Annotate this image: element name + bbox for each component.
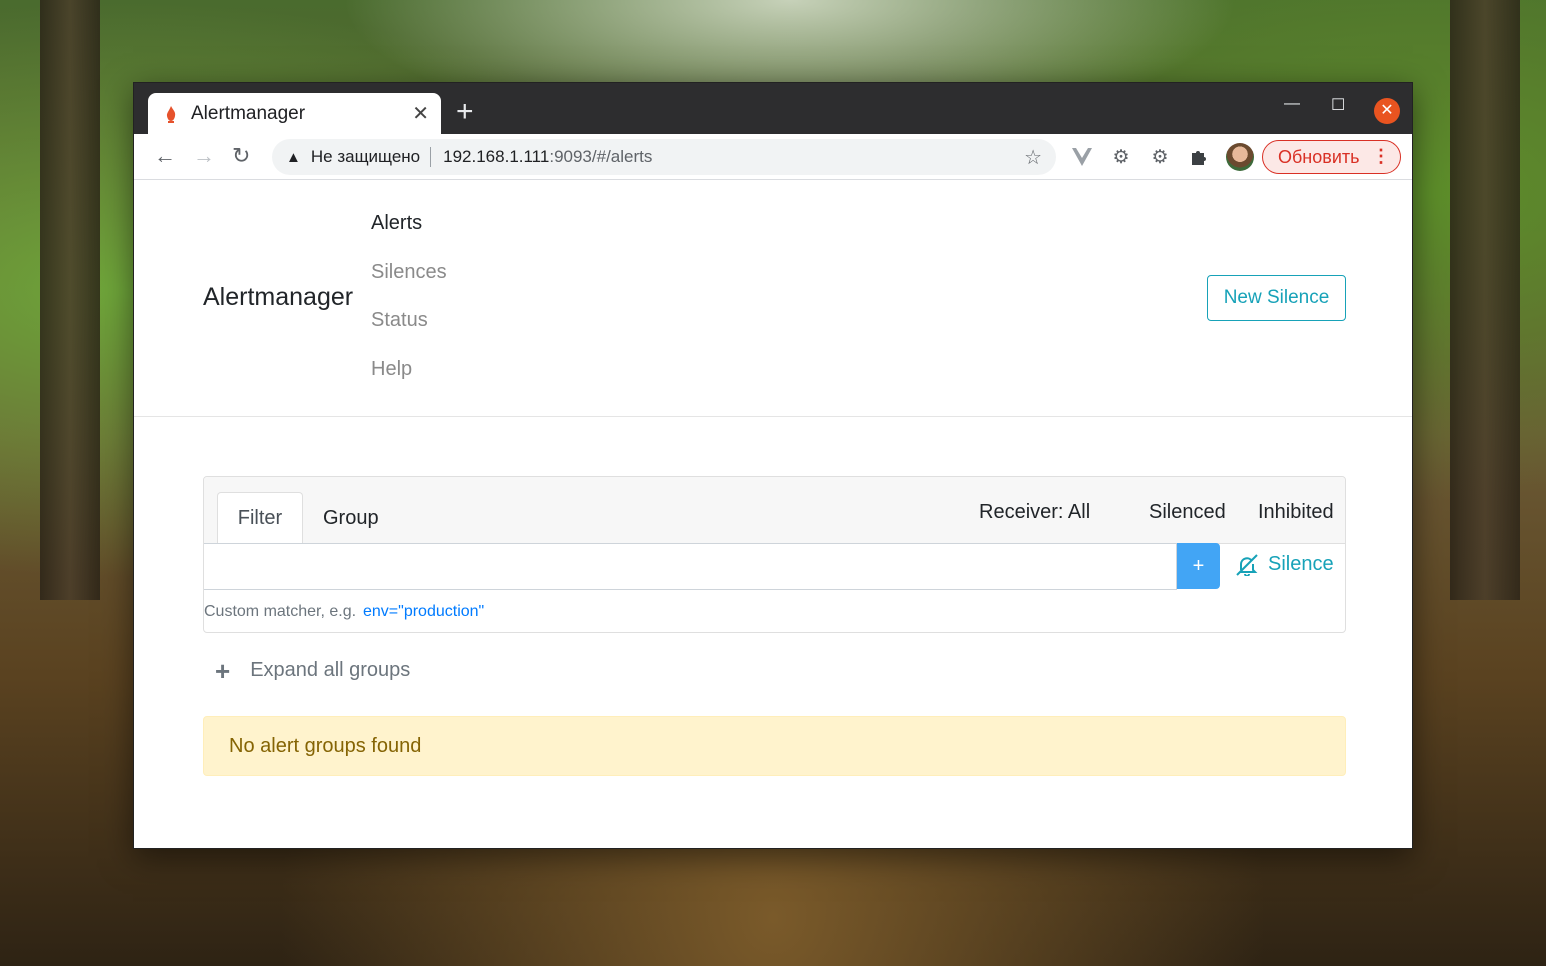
- silence-label: Silence: [1268, 553, 1334, 575]
- vue-devtools-icon[interactable]: [1071, 146, 1093, 168]
- add-matcher-button[interactable]: +: [1177, 543, 1220, 589]
- nav-link-alerts[interactable]: Alerts: [371, 212, 447, 261]
- avatar[interactable]: [1226, 143, 1254, 171]
- expand-all-groups-button[interactable]: + Expand all groups: [215, 655, 411, 686]
- extension-gear-icon[interactable]: ⚙: [1110, 146, 1132, 168]
- minimize-button[interactable]: —: [1284, 95, 1300, 113]
- reload-icon[interactable]: ↻: [232, 145, 250, 167]
- top-navbar: Alertmanager Alerts Silences Status Help…: [134, 180, 1412, 417]
- puzzle-icon[interactable]: [1188, 146, 1210, 168]
- inhibited-toggle[interactable]: Inhibited: [1258, 501, 1334, 524]
- address-bar[interactable]: ▲ Не защищено 192.168.1.111 :9093/#/aler…: [272, 139, 1056, 175]
- browser-titlebar: Alertmanager ✕ + — ☐ ✕: [134, 83, 1412, 134]
- forward-arrow-icon[interactable]: →: [193, 145, 215, 167]
- tree-trunk: [1450, 0, 1520, 600]
- nav-link-status[interactable]: Status: [371, 309, 447, 358]
- security-status[interactable]: Не защищено: [311, 147, 420, 167]
- empty-alerts-message: No alert groups found: [203, 716, 1346, 776]
- filter-card: Filter Group Receiver: All Silenced Inhi…: [203, 476, 1346, 633]
- new-silence-button[interactable]: New Silence: [1207, 275, 1346, 321]
- update-browser-button[interactable]: Обновить ⋮: [1262, 140, 1401, 174]
- receiver-dropdown[interactable]: Receiver: All: [979, 501, 1090, 524]
- more-vert-icon: ⋮: [1372, 146, 1390, 166]
- settings-gear-icon[interactable]: ⚙: [1149, 146, 1171, 168]
- nav-links: Alerts Silences Status Help: [371, 212, 447, 406]
- tab-group[interactable]: Group: [323, 507, 379, 530]
- tab-filter[interactable]: Filter: [217, 492, 303, 544]
- window-close-button[interactable]: ✕: [1374, 98, 1400, 124]
- omnibox-divider: [430, 147, 432, 167]
- filter-card-header: Filter Group Receiver: All Silenced Inhi…: [204, 477, 1345, 544]
- matcher-example-link[interactable]: env="production": [363, 603, 484, 621]
- new-tab-button[interactable]: +: [456, 97, 474, 127]
- tab-title: Alertmanager: [191, 102, 306, 124]
- alertmanager-favicon-icon: [166, 105, 176, 123]
- plus-icon: +: [215, 655, 231, 686]
- url-host: 192.168.1.111: [443, 147, 550, 166]
- maximize-button[interactable]: ☐: [1331, 95, 1345, 115]
- silenced-toggle[interactable]: Silenced: [1149, 501, 1226, 524]
- expand-all-label: Expand all groups: [250, 659, 411, 681]
- nav-link-silences[interactable]: Silences: [371, 261, 447, 310]
- browser-window: Alertmanager ✕ + — ☐ ✕ ← → ↻ ▲ Не защище…: [133, 82, 1413, 849]
- browser-tab[interactable]: Alertmanager ✕: [148, 93, 441, 134]
- warning-icon: ▲: [286, 148, 301, 166]
- back-arrow-icon[interactable]: ←: [154, 145, 176, 167]
- star-icon[interactable]: ☆: [1024, 145, 1042, 170]
- tab-close-icon[interactable]: ✕: [412, 101, 429, 126]
- silence-button[interactable]: Silence: [1235, 553, 1334, 576]
- browser-toolbar: ← → ↻ ▲ Не защищено 192.168.1.111 :9093/…: [134, 134, 1412, 180]
- page-content: Alertmanager Alerts Silences Status Help…: [134, 180, 1412, 848]
- tree-trunk: [40, 0, 100, 600]
- url-path: :9093/#/alerts: [549, 147, 653, 166]
- brand-title[interactable]: Alertmanager: [203, 283, 353, 312]
- filter-input[interactable]: [204, 543, 1177, 590]
- nav-link-help[interactable]: Help: [371, 358, 447, 407]
- update-button-label: Обновить: [1278, 146, 1360, 167]
- matcher-hint: Custom matcher, e.g.: [204, 603, 357, 620]
- bell-slash-icon: [1236, 553, 1258, 576]
